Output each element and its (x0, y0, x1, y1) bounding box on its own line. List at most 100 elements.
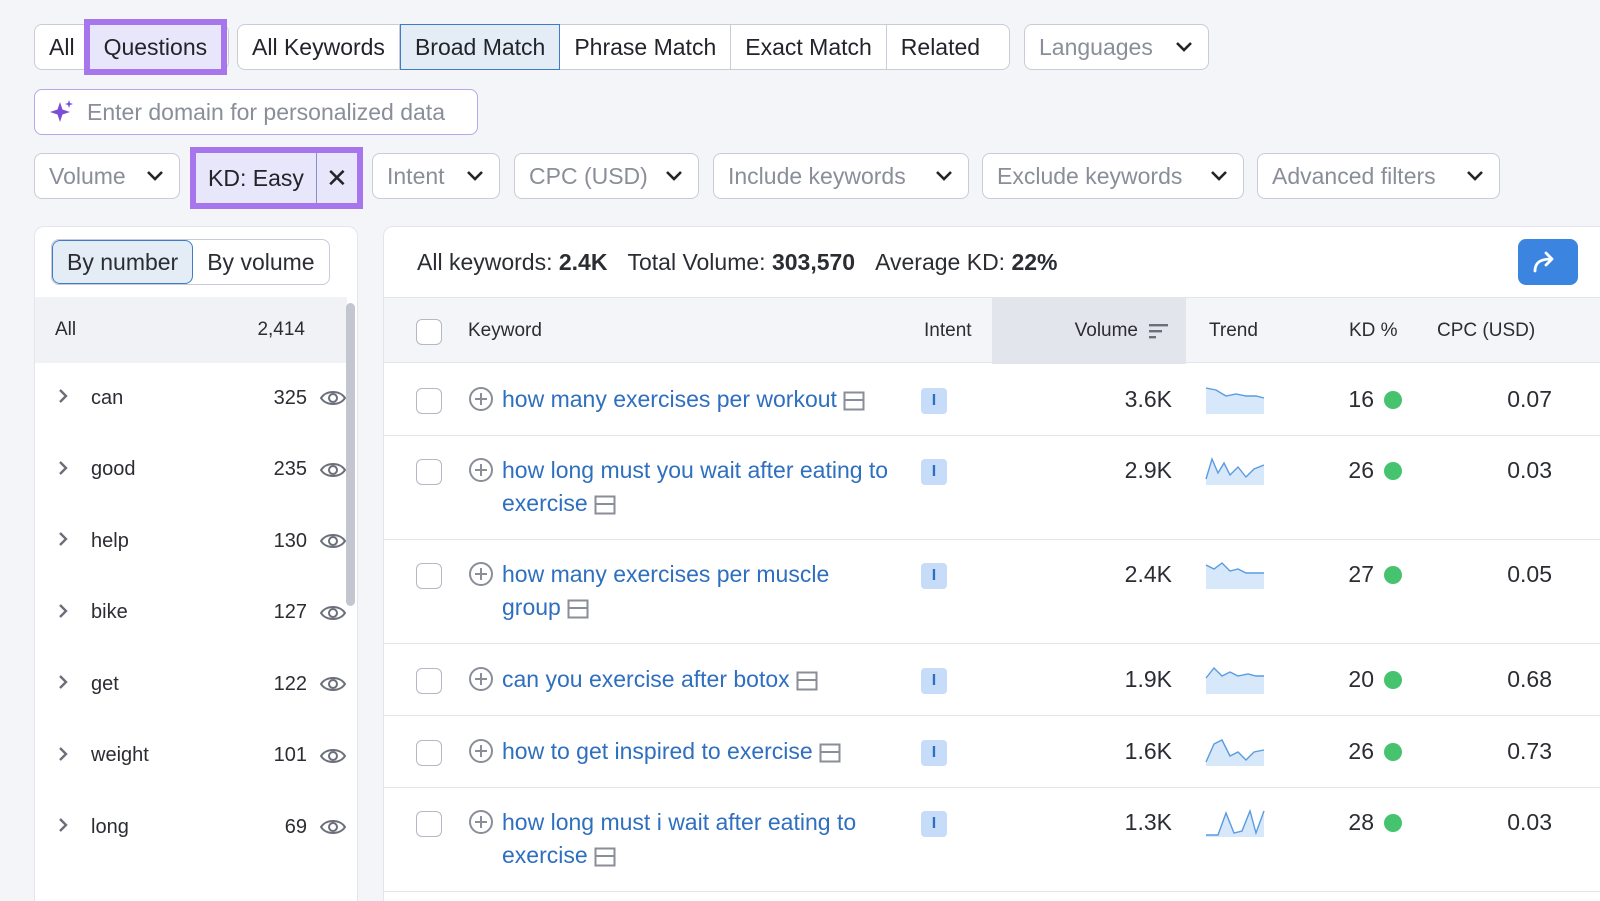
intent-badge[interactable]: I (921, 740, 947, 766)
tab-all-keywords[interactable]: All Keywords (238, 25, 400, 69)
sparkle-icon (50, 100, 73, 122)
intent-badge[interactable]: I (921, 668, 947, 694)
row-checkbox[interactable] (416, 459, 442, 485)
volume-value: 3.6K (1124, 386, 1172, 412)
tab-questions[interactable]: Questions (83, 19, 228, 75)
tab-broad-match[interactable]: Broad Match (399, 24, 561, 70)
header-trend[interactable]: Trend (1209, 298, 1258, 364)
add-to-list-icon[interactable] (468, 738, 494, 764)
toggle-by-number[interactable]: By number (52, 240, 194, 284)
group-row[interactable]: long 69 (35, 807, 347, 847)
cpc-filter[interactable]: CPC (USD) (514, 153, 699, 199)
group-count: 69 (284, 815, 307, 838)
keyword-link[interactable]: how to get inspired to exercise (502, 738, 813, 764)
volume-filter[interactable]: Volume (34, 153, 180, 199)
tab-related[interactable]: Related (887, 25, 994, 69)
groups-sort-toggle: By number By volume (51, 239, 330, 285)
row-checkbox[interactable] (416, 740, 442, 766)
kd-cell: 16 (1334, 386, 1402, 413)
serp-features-icon[interactable] (796, 671, 818, 691)
select-all-checkbox[interactable] (416, 319, 442, 345)
header-keyword[interactable]: Keyword (468, 298, 542, 364)
keyword-link[interactable]: can you exercise after botox (502, 666, 790, 692)
keywords-table-panel: All keywords: 2.4K Total Volume: 303,570… (383, 226, 1600, 901)
intent-badge[interactable]: I (921, 811, 947, 837)
eye-icon[interactable] (319, 746, 347, 766)
group-row[interactable]: can 325 (35, 378, 347, 418)
toggle-by-volume[interactable]: By volume (193, 240, 328, 284)
group-word: can (91, 386, 124, 409)
header-intent[interactable]: Intent (924, 298, 972, 364)
intent-badge[interactable]: I (921, 563, 947, 589)
eye-icon[interactable] (319, 674, 347, 694)
advanced-filters[interactable]: Advanced filters (1257, 153, 1500, 199)
group-row[interactable]: get 122 (35, 664, 347, 704)
close-icon[interactable]: ✕ (317, 153, 357, 203)
kd-filter-chip[interactable]: KD: Easy ✕ (190, 147, 363, 209)
add-to-list-icon[interactable] (468, 457, 494, 483)
row-checkbox[interactable] (416, 388, 442, 414)
serp-features-icon[interactable] (819, 743, 841, 763)
chevron-right-icon[interactable] (57, 385, 77, 411)
eye-icon[interactable] (319, 603, 347, 623)
chevron-right-icon[interactable] (57, 671, 77, 697)
keyword-link[interactable]: how long must you wait after eating to e… (502, 457, 888, 516)
group-row[interactable]: weight 101 (35, 736, 347, 776)
add-to-list-icon[interactable] (468, 809, 494, 835)
tab-all[interactable]: All (35, 25, 90, 69)
export-button[interactable] (1518, 239, 1578, 285)
eye-icon[interactable] (319, 388, 347, 408)
tab-exact-match[interactable]: Exact Match (731, 25, 887, 69)
keyword-link[interactable]: how long must i wait after eating to exe… (502, 809, 856, 868)
group-word: long (91, 815, 129, 838)
group-row[interactable]: help 130 (35, 521, 347, 561)
header-kd[interactable]: KD % (1349, 298, 1398, 364)
eye-icon[interactable] (319, 460, 347, 480)
serp-features-icon[interactable] (594, 495, 616, 515)
keyword-link[interactable]: how many exercises per workout (502, 386, 837, 412)
group-row[interactable]: bike 127 (35, 593, 347, 633)
chevron-right-icon[interactable] (57, 814, 77, 840)
eye-icon[interactable] (319, 817, 347, 837)
intent-badge[interactable]: I (921, 459, 947, 485)
chevron-right-icon[interactable] (57, 528, 77, 554)
serp-features-icon[interactable] (594, 847, 616, 867)
row-checkbox[interactable] (416, 811, 442, 837)
trend-sparkline (1205, 739, 1265, 766)
group-word: good (91, 458, 136, 480)
row-checkbox[interactable] (416, 563, 442, 589)
include-keywords-filter[interactable]: Include keywords (713, 153, 969, 199)
group-all-row[interactable]: All 2,414 (35, 297, 347, 363)
group-all-count: 2,414 (257, 319, 305, 340)
keyword-cell: how to get inspired to exercise (468, 735, 892, 768)
languages-dropdown[interactable]: Languages (1024, 24, 1209, 70)
group-row[interactable]: good 235 (35, 450, 347, 490)
serp-features-icon[interactable] (567, 599, 589, 619)
serp-features-icon[interactable] (843, 391, 865, 411)
chevron-right-icon[interactable] (57, 600, 77, 626)
intent-filter[interactable]: Intent (372, 153, 500, 199)
chevron-down-icon (465, 166, 485, 186)
group-count: 122 (273, 672, 307, 695)
keyword-link[interactable]: how many exercises per muscle group (502, 561, 829, 620)
table-row: how many exercises per muscle group I 2.4K… (384, 540, 1600, 644)
intent-badge[interactable]: I (921, 388, 947, 414)
add-to-list-icon[interactable] (468, 386, 494, 412)
tab-phrase-match[interactable]: Phrase Match (560, 25, 732, 69)
chevron-right-icon[interactable] (57, 743, 77, 769)
header-cpc[interactable]: CPC (USD) (1437, 298, 1535, 364)
domain-input[interactable]: Enter domain for personalized data (34, 89, 478, 135)
groups-scrollbar[interactable] (346, 303, 355, 606)
group-word: weight (91, 744, 149, 766)
kd-value: 16 (1348, 386, 1374, 412)
chevron-right-icon[interactable] (57, 457, 77, 483)
table-row: how many exercises per workout I 3.6K 16 0.0… (384, 364, 1600, 436)
eye-icon[interactable] (319, 531, 347, 551)
row-checkbox[interactable] (416, 668, 442, 694)
chevron-down-icon (934, 166, 954, 186)
add-to-list-icon[interactable] (468, 561, 494, 587)
header-volume[interactable]: Volume (992, 298, 1186, 364)
cpc-filter-label: CPC (USD) (529, 162, 648, 189)
exclude-keywords-filter[interactable]: Exclude keywords (982, 153, 1244, 199)
add-to-list-icon[interactable] (468, 666, 494, 692)
